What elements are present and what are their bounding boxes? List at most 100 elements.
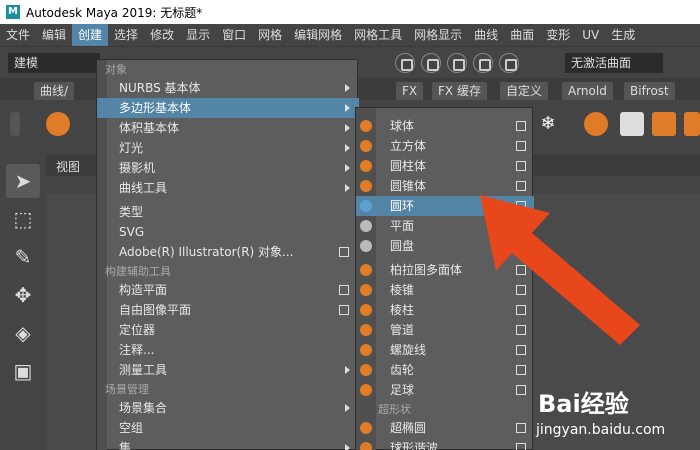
option-box-icon[interactable] <box>516 385 526 395</box>
create-item-6[interactable]: 类型 <box>97 202 359 222</box>
menu-14[interactable]: UV <box>576 24 605 46</box>
scene-item-1[interactable]: 空组 <box>97 418 359 438</box>
poly-item-13[interactable]: 足球 <box>356 380 534 400</box>
menu-15[interactable]: 生成 <box>605 24 641 46</box>
menu-0[interactable]: 文件 <box>0 24 36 46</box>
create-item-2-label: 体积基本体 <box>119 121 180 135</box>
option-box-icon[interactable] <box>516 161 526 171</box>
poly-item-12[interactable]: 齿轮 <box>356 360 534 380</box>
option-box-icon[interactable] <box>516 443 526 450</box>
shelf-tab-curves[interactable]: 曲线/ <box>34 82 75 100</box>
poly-item-2[interactable]: 圆柱体 <box>356 156 534 176</box>
menu-10[interactable]: 网格显示 <box>408 24 468 46</box>
create-item-3[interactable]: 灯光 <box>97 138 359 158</box>
snowflake-icon[interactable]: ❄ <box>536 112 560 136</box>
rotate-tool[interactable]: ◈ <box>6 316 40 350</box>
menu-13[interactable]: 变形 <box>540 24 576 46</box>
cubes-icon[interactable] <box>652 112 676 136</box>
create-item-6-label: 类型 <box>119 205 144 219</box>
create-item-1[interactable]: 多边形基本体 <box>97 98 359 118</box>
construction-item-4[interactable]: 测量工具 <box>97 360 359 380</box>
super-item-1-label: 球形谐波 <box>390 441 439 450</box>
menu-4[interactable]: 修改 <box>144 24 180 46</box>
construction-item-0[interactable]: 构造平面 <box>97 280 359 300</box>
create-item-4-label: 摄影机 <box>119 161 156 175</box>
menu-3[interactable]: 选择 <box>108 24 144 46</box>
live-surface-field[interactable]: 无激活曲面 <box>565 53 663 73</box>
construction-item-1[interactable]: 自由图像平面 <box>97 300 359 320</box>
snap-curve-icon[interactable] <box>421 53 441 73</box>
menu-12[interactable]: 曲面 <box>504 24 540 46</box>
brush-icon: ✎ <box>14 245 32 269</box>
super-item-0-icon <box>360 422 372 434</box>
menu-6[interactable]: 窗口 <box>216 24 252 46</box>
poly-sphere-shelf-icon[interactable] <box>46 112 70 136</box>
poly-item-5-label: 平面 <box>390 219 415 233</box>
option-box-icon[interactable] <box>339 305 349 315</box>
menu-11[interactable]: 曲线 <box>468 24 504 46</box>
select-tool[interactable]: ➤ <box>6 164 40 198</box>
menu-set-select[interactable]: 建模 <box>8 53 100 73</box>
menu-1[interactable]: 编辑 <box>36 24 72 46</box>
menu-section-construction: 构建辅助工具 <box>105 265 171 278</box>
scene-item-0[interactable]: 场景集合 <box>97 398 359 418</box>
viewport-menu-view[interactable]: 视图 <box>56 158 80 175</box>
menu-8[interactable]: 编辑网格 <box>288 24 348 46</box>
toolbox: ➤ ⬚ ✎ ✥ ◈ ▣ <box>0 154 46 450</box>
shelf-tab-custom[interactable]: 自定义 <box>500 82 549 100</box>
shelf-handle-icon <box>10 112 20 136</box>
snap-surface-icon[interactable] <box>499 53 519 73</box>
super-item-1[interactable]: 球形谐波 <box>356 438 534 450</box>
poly-item-0[interactable]: 球体 <box>356 116 534 136</box>
scale-tool[interactable]: ▣ <box>6 354 40 388</box>
grid-blocks-icon[interactable] <box>620 112 644 136</box>
create-item-7[interactable]: SVG <box>97 222 359 242</box>
create-item-5[interactable]: 曲线工具 <box>97 178 359 198</box>
annotation-arrow <box>480 195 640 345</box>
poly-item-3-icon <box>360 180 372 192</box>
poly-item-5-icon <box>360 220 372 232</box>
submenu-arrow-icon <box>345 84 350 92</box>
poly-item-8-label: 棱锥 <box>390 283 415 297</box>
menu-7[interactable]: 网格 <box>252 24 288 46</box>
shelf-tab-fx-cache[interactable]: FX 缓存 <box>432 82 487 100</box>
move-tool[interactable]: ✥ <box>6 278 40 312</box>
lasso-tool[interactable]: ⬚ <box>6 202 40 236</box>
snap-view-icon[interactable] <box>473 53 493 73</box>
window-title: Autodesk Maya 2019: 无标题* <box>26 5 203 20</box>
create-item-0[interactable]: NURBS 基本体 <box>97 78 359 98</box>
poly-item-1[interactable]: 立方体 <box>356 136 534 156</box>
shelf-tab-arnold[interactable]: Arnold <box>562 82 613 100</box>
option-box-icon[interactable] <box>339 247 349 257</box>
shelf-tab-fx[interactable]: FX <box>396 82 424 100</box>
construction-item-3[interactable]: 注释... <box>97 340 359 360</box>
construction-item-2[interactable]: 定位器 <box>97 320 359 340</box>
submenu-arrow-icon <box>345 404 350 412</box>
create-item-4[interactable]: 摄影机 <box>97 158 359 178</box>
menu-2[interactable]: 创建 <box>72 24 109 46</box>
create-item-2[interactable]: 体积基本体 <box>97 118 359 138</box>
snap-grid-icon[interactable] <box>395 53 415 73</box>
super-item-0[interactable]: 超椭圆 <box>356 418 534 438</box>
option-box-icon[interactable] <box>516 423 526 433</box>
option-box-icon[interactable] <box>516 365 526 375</box>
snap-point-icon[interactable] <box>447 53 467 73</box>
title-bar: M Autodesk Maya 2019: 无标题* <box>0 0 700 24</box>
option-box-icon[interactable] <box>516 141 526 151</box>
move-icon: ✥ <box>14 283 32 307</box>
create-item-8[interactable]: Adobe(R) Illustrator(R) 对象... <box>97 242 359 262</box>
grid-cube-icon[interactable] <box>684 112 700 136</box>
poly-item-3[interactable]: 圆锥体 <box>356 176 534 196</box>
shelf-tab-bifrost[interactable]: Bifrost <box>624 82 675 100</box>
scene-item-2[interactable]: 集 <box>97 438 359 450</box>
menu-9[interactable]: 网格工具 <box>348 24 408 46</box>
menu-5[interactable]: 显示 <box>180 24 216 46</box>
submenu-arrow-icon <box>345 104 350 112</box>
layers-icon[interactable] <box>584 112 608 136</box>
paint-select-tool[interactable]: ✎ <box>6 240 40 274</box>
option-box-icon[interactable] <box>516 345 526 355</box>
create-item-3-label: 灯光 <box>119 141 144 155</box>
option-box-icon[interactable] <box>339 285 349 295</box>
option-box-icon[interactable] <box>516 181 526 191</box>
option-box-icon[interactable] <box>516 121 526 131</box>
